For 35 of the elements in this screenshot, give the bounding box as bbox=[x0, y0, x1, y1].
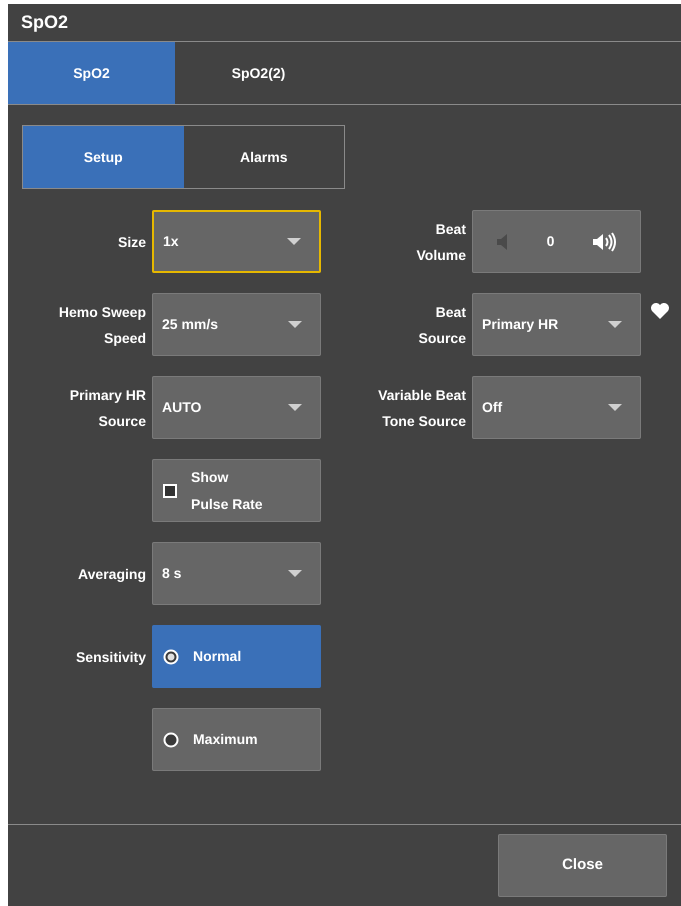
setting-label: Beat Volume bbox=[416, 220, 466, 264]
radio-icon bbox=[163, 648, 179, 664]
dropdown[interactable]: Off bbox=[472, 376, 641, 439]
dropdown[interactable]: Primary HR bbox=[472, 293, 641, 356]
volume-value: 0 bbox=[546, 232, 554, 251]
setting-label: Primary HR Source bbox=[70, 386, 146, 430]
caret-icon bbox=[608, 404, 622, 412]
tab[interactable]: Alarms bbox=[184, 126, 344, 188]
caret-icon bbox=[287, 238, 301, 246]
caret-icon bbox=[288, 404, 302, 412]
volume-control[interactable]: 0 bbox=[472, 210, 641, 273]
setting-label: Hemo Sweep Speed bbox=[58, 302, 146, 348]
checkbox-button[interactable]: Show Pulse Rate bbox=[152, 459, 321, 522]
setting-label: Size bbox=[118, 232, 146, 252]
speaker-loud-icon[interactable] bbox=[592, 232, 618, 252]
caret-icon bbox=[288, 570, 302, 578]
caret-icon bbox=[608, 320, 622, 328]
dropdown[interactable]: 25 mm/s bbox=[152, 293, 321, 356]
setting-label: Variable Beat Tone Source bbox=[378, 386, 466, 430]
dropdown[interactable]: 1x bbox=[152, 210, 321, 273]
setting-label: Averaging bbox=[78, 564, 146, 584]
setting-label: Sensitivity bbox=[76, 648, 146, 667]
window-title: SpO2 bbox=[21, 11, 68, 34]
tab[interactable]: Setup bbox=[23, 126, 184, 188]
dropdown[interactable]: 8 s bbox=[152, 542, 321, 605]
radio-button[interactable]: Maximum bbox=[152, 708, 321, 771]
radio-button[interactable]: Normal bbox=[152, 625, 321, 688]
tab[interactable]: SpO2(2) bbox=[175, 42, 342, 104]
checkbox-icon bbox=[163, 484, 177, 498]
close-button[interactable]: Close bbox=[498, 834, 667, 897]
tab[interactable]: SpO2 bbox=[8, 42, 175, 104]
dropdown[interactable]: AUTO bbox=[152, 376, 321, 439]
radio-icon bbox=[163, 732, 179, 748]
setting-label: Beat Source bbox=[418, 302, 466, 348]
caret-icon bbox=[288, 320, 302, 328]
